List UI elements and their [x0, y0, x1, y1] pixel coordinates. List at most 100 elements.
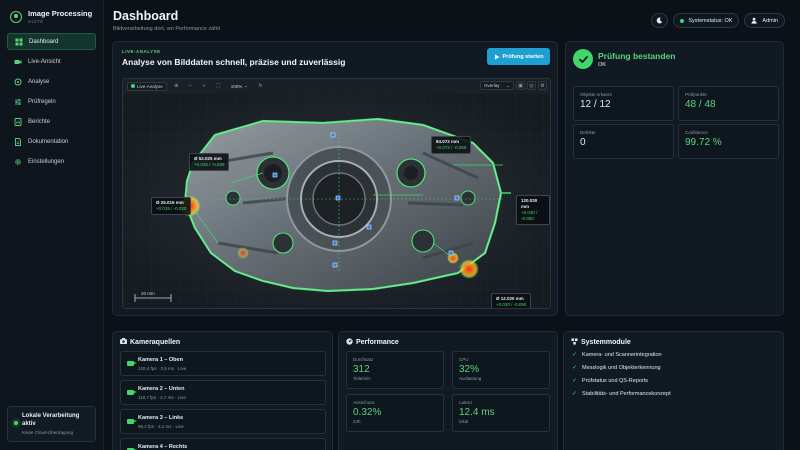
zoom-level-value: 100%	[230, 83, 243, 89]
start-inspection-label: Prüfung starten	[502, 53, 544, 60]
performance-card: Performance Durchsatz 312 Teile/min CPU …	[338, 331, 558, 450]
page-title: Dashboard	[113, 9, 179, 23]
measurement-label: Ø 25.015 mm +0.015 / -0.020	[151, 197, 192, 215]
stat-unit: lokal	[459, 419, 469, 424]
chevron-down-icon: ⌄	[244, 83, 249, 88]
system-status-badge[interactable]: Systemstatus: OK	[673, 13, 740, 28]
sidebar-item-label: Einstellungen	[28, 158, 65, 165]
camera-name: Kamera 2 – Unten	[138, 386, 185, 392]
overlay-select[interactable]: Overlay ⌄	[480, 81, 514, 90]
page-subtitle: Bildverarbeitung dort, wo Performance zä…	[113, 26, 220, 32]
fit-screen-icon[interactable]: ⛶	[214, 82, 223, 91]
live-analysis-card: LIVE-ANALYSE Analyse von Bilddaten schne…	[112, 41, 558, 316]
status-dot-icon	[680, 18, 685, 23]
status-dot-icon	[131, 84, 135, 88]
sidebar-item-dokumentation[interactable]: Dokumentation	[7, 133, 96, 150]
inspection-result-card: Prüfung bestanden OK Objekte erkannt 12 …	[565, 41, 784, 316]
brand[interactable]: Image Processing SUITE	[10, 9, 92, 24]
stat-unit: Auslastung	[459, 376, 482, 381]
section-title: Systemmodule	[571, 338, 631, 347]
measurement-tolerance: +0.020 / -0.050	[496, 302, 527, 307]
gauge-icon	[346, 338, 353, 347]
zoom-level-select[interactable]: 100% ⌄	[228, 82, 251, 91]
search-icon[interactable]: ⌕	[200, 82, 209, 91]
sidebar-item-einstellungen[interactable]: Einstellungen	[7, 153, 96, 170]
top-actions: Systemstatus: OK Admin	[651, 13, 785, 28]
camera-icon	[120, 338, 127, 346]
sidebar-item-label: Analyse	[28, 78, 50, 85]
video-icon	[127, 419, 137, 424]
sidebar-item-analyse[interactable]: Analyse	[7, 73, 96, 90]
list-item: ✓ Kamera- und Scannerintegration	[572, 351, 662, 359]
list-item[interactable]: Kamera 1 – Oben 120,4 fps · 2,5 ms · Liv…	[120, 351, 326, 376]
live-analysis-badge: Live-Analyse	[127, 81, 167, 91]
sidebar-item-berichte[interactable]: Berichte	[7, 113, 96, 130]
play-icon	[494, 54, 500, 59]
stat-value: 99.72 %	[685, 137, 722, 148]
performance-title: Performance	[356, 339, 399, 346]
stat-cpu: CPU 32% Auslastung	[452, 351, 550, 389]
zoom-out-icon[interactable]: −	[186, 82, 195, 91]
stat-label: Prüfpunkte	[685, 92, 707, 97]
camera-meta: 120,4 fps · 2,5 ms · Live	[138, 366, 187, 371]
list-item[interactable]: Kamera 4 – Rechts	[120, 438, 326, 450]
sidebar-nav: Dashboard Live-Ansicht Analyse Prüfregel…	[7, 33, 96, 173]
measurement-label: Ø 52.025 mm +0.025 / -0.030	[189, 153, 230, 171]
stat-value: 32%	[459, 364, 480, 375]
start-inspection-button[interactable]: Prüfung starten	[487, 48, 550, 65]
module-label: Prüfstatus und QS-Reports	[582, 377, 649, 384]
list-item[interactable]: Kamera 3 – Links 96,2 fps · 3,1 ms · Liv…	[120, 409, 326, 434]
stat-value: 12 / 12	[580, 99, 611, 110]
modules-icon	[571, 338, 578, 347]
stat-value: 0	[580, 137, 586, 148]
camera-name: Kamera 1 – Oben	[138, 357, 183, 363]
result-subtitle: OK	[598, 62, 606, 68]
sidebar-item-label: Live-Ansicht	[28, 58, 61, 65]
check-circle-icon	[573, 49, 593, 69]
inspect-icon[interactable]: ◎	[527, 81, 536, 90]
sidebar-item-label: Prüfregeln	[28, 98, 56, 105]
stat-latency: Latenz 12.4 ms lokal	[452, 394, 550, 432]
measurement-tolerance: +0.072 / -0.050	[436, 145, 467, 150]
list-item[interactable]: Kamera 2 – Unten 118,7 fps · 2,7 ms · Li…	[120, 380, 326, 405]
check-icon: ✓	[572, 365, 578, 371]
live-analysis-badge-label: Live-Analyse	[137, 83, 163, 89]
zoom-in-icon[interactable]: ⊕	[172, 82, 181, 91]
measurement-label: 84.072 mm +0.072 / -0.050	[431, 136, 472, 154]
sidebar-item-pruefregeln[interactable]: Prüfregeln	[7, 93, 96, 110]
document-icon	[14, 137, 22, 146]
user-name: Admin	[762, 17, 778, 24]
sidebar-item-label: Berichte	[28, 118, 51, 125]
stat-label: Objekte erkannt	[580, 92, 612, 97]
screenshot-icon[interactable]: ▣	[516, 81, 525, 90]
image-viewer[interactable]: Live-Analyse ⊕ − ⌕ ⛶ 100% ⌄ ↻ Overlay ⌄ …	[122, 78, 551, 309]
sidebar-item-live[interactable]: Live-Ansicht	[7, 53, 96, 70]
check-icon: ✓	[572, 378, 578, 384]
module-label: Kamera- und Scannerintegration	[582, 351, 662, 358]
check-icon: ✓	[572, 352, 578, 358]
overlay-select-value: Overlay	[484, 83, 500, 88]
stat-reject-rate: Ausschuss 0.32% 24h	[346, 394, 444, 432]
live-analysis-tag: LIVE-ANALYSE	[122, 49, 161, 54]
camera-meta: 118,7 fps · 2,7 ms · Live	[138, 395, 186, 400]
stat-value: 312	[353, 364, 370, 375]
system-modules-card: Systemmodule ✓ Kamera- und Scannerintegr…	[563, 331, 784, 450]
sliders-icon	[14, 98, 22, 106]
stat-label: Confidence	[685, 130, 708, 135]
settings-icon[interactable]: ⚙	[538, 81, 547, 90]
check-icon: ✓	[572, 391, 578, 397]
local-processing-subtitle: Keine Cloud-Übertragung	[22, 430, 74, 435]
sidebar-item-dashboard[interactable]: Dashboard	[7, 33, 96, 50]
stat-confidence: Confidence 99.72 %	[678, 124, 779, 159]
module-label: Messlogik und Objekterkennung	[582, 364, 661, 371]
app-logo-icon	[10, 10, 22, 23]
list-item: ✓ Prüfstatus und QS-Reports	[572, 377, 649, 385]
rotate-icon[interactable]: ↻	[256, 82, 265, 91]
camera-name: Kamera 3 – Links	[138, 415, 184, 421]
user-menu-button[interactable]: Admin	[744, 13, 785, 28]
theme-toggle-button[interactable]	[651, 13, 669, 28]
video-icon	[127, 361, 137, 366]
chevron-down-icon: ⌄	[506, 82, 510, 88]
video-icon	[127, 390, 137, 395]
app-subtitle: SUITE	[28, 19, 44, 24]
